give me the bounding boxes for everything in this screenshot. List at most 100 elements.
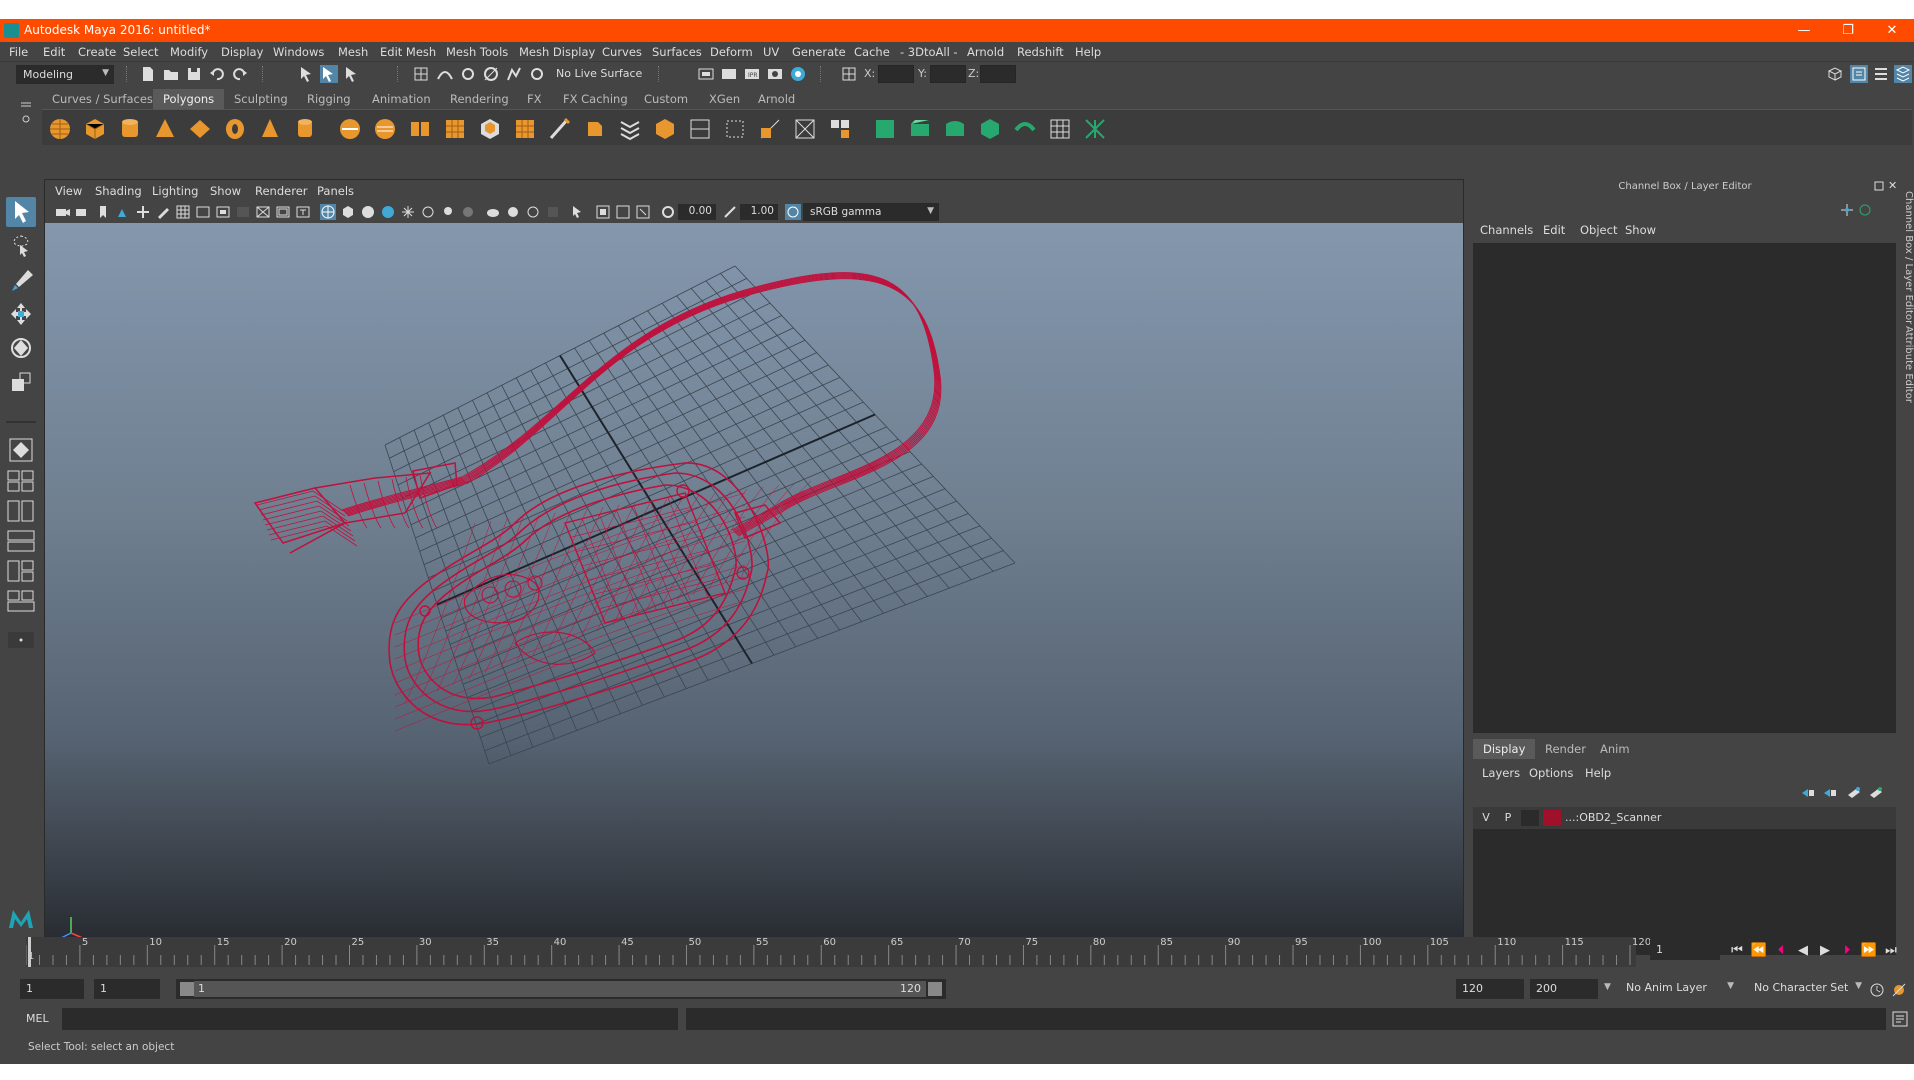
menu-3dtoall[interactable]: - 3DtoAll - <box>900 45 958 59</box>
shelf-tab-polygons[interactable]: Polygons <box>153 89 225 109</box>
xray-active-icon[interactable] <box>615 204 631 220</box>
automatic-map-icon[interactable] <box>757 116 783 142</box>
end-time-field[interactable]: 200 <box>1530 979 1598 999</box>
menu-edit[interactable]: Edit <box>43 45 65 59</box>
menu-generate[interactable]: Generate <box>792 45 846 59</box>
layer-tab-render[interactable]: Render <box>1535 739 1596 759</box>
live-surface-label[interactable]: No Live Surface <box>556 67 642 80</box>
safe-title-icon[interactable] <box>295 204 311 220</box>
exposure-field[interactable]: 0.00 <box>678 204 716 220</box>
anim-layer-dropdown[interactable]: No Anim Layer ▼ <box>1620 979 1738 999</box>
render-view-icon[interactable] <box>697 65 715 83</box>
field-chart-icon[interactable] <box>255 204 271 220</box>
vp-menu-lighting[interactable]: Lighting <box>152 184 198 198</box>
step-forward-frame-icon[interactable]: ⏵ <box>1838 942 1856 960</box>
layer-playback-toggle[interactable]: P <box>1499 810 1517 826</box>
wireframe-on-shaded-icon[interactable] <box>360 204 376 220</box>
channels-object-menu[interactable]: Object <box>1580 223 1617 237</box>
screen-space-ao-icon[interactable] <box>485 204 501 220</box>
script-editor-icon[interactable] <box>1892 1011 1908 1027</box>
safe-action-icon[interactable] <box>275 204 291 220</box>
lasso-tool-icon[interactable] <box>6 231 36 261</box>
bridge-icon[interactable] <box>512 116 538 142</box>
open-scene-icon[interactable] <box>162 65 180 83</box>
toolbox-more-icon[interactable] <box>6 625 36 648</box>
mode-dropdown[interactable]: Modeling ▼ <box>16 65 114 84</box>
planar-map-icon[interactable] <box>722 116 748 142</box>
hypershade-icon[interactable] <box>789 65 807 83</box>
lights-icon[interactable] <box>440 204 456 220</box>
single-perspective-layout-icon[interactable] <box>7 469 35 493</box>
side-tab-attribute-editor[interactable]: Attribute Editor <box>1900 326 1914 416</box>
tool-settings-icon[interactable] <box>1872 65 1890 83</box>
menu-help[interactable]: Help <box>1075 45 1101 59</box>
auto-key-icon[interactable] <box>1868 981 1886 999</box>
step-back-frame-icon[interactable]: ⏴ <box>1772 942 1790 960</box>
depth-of-field-icon[interactable] <box>545 204 561 220</box>
channel-box-settings-icon[interactable] <box>1858 203 1872 217</box>
go-to-start-icon[interactable]: ⏮ <box>1728 942 1746 960</box>
film-gate-icon[interactable] <box>195 204 211 220</box>
channels-menu[interactable]: Channels <box>1480 223 1533 237</box>
gamma-field[interactable]: 1.00 <box>740 204 778 220</box>
snap-to-grid-icon[interactable] <box>412 65 430 83</box>
shelf-tab-rigging[interactable]: Rigging <box>297 89 361 109</box>
go-to-end-icon[interactable]: ⏭ <box>1882 942 1900 960</box>
close-panel-icon[interactable]: ✕ <box>1888 179 1900 192</box>
quad-draw-icon[interactable] <box>872 116 898 142</box>
gate-mask-icon[interactable] <box>235 204 251 220</box>
vp-menu-panels[interactable]: Panels <box>317 184 354 198</box>
render-settings-icon[interactable] <box>766 65 784 83</box>
move-layer-down-icon[interactable] <box>1822 786 1838 800</box>
xray-icon[interactable] <box>460 204 476 220</box>
vp-menu-renderer[interactable]: Renderer <box>255 184 308 198</box>
fill-hole-icon[interactable] <box>652 116 678 142</box>
image-plane-icon[interactable] <box>115 204 131 220</box>
shelf-tab-rendering[interactable]: Rendering <box>440 89 519 109</box>
channels-show-menu[interactable]: Show <box>1625 223 1656 237</box>
bookmark-icon[interactable] <box>95 204 111 220</box>
select-by-hierarchy-icon[interactable] <box>298 65 316 83</box>
render-current-frame-icon[interactable] <box>720 65 738 83</box>
snap-to-point-icon[interactable] <box>459 65 477 83</box>
shadows-icon[interactable] <box>420 204 436 220</box>
menu-deform[interactable]: Deform <box>710 45 753 59</box>
gamma-icon[interactable] <box>722 204 738 220</box>
menu-mesh[interactable]: Mesh <box>338 45 368 59</box>
move-tool-icon[interactable] <box>6 299 36 329</box>
layer-tab-display[interactable]: Display <box>1473 739 1536 759</box>
play-forward-icon[interactable]: ▶ <box>1816 942 1834 960</box>
select-by-object-icon[interactable] <box>320 65 338 83</box>
four-view-layout-icon[interactable] <box>7 499 35 523</box>
poly-pipe-icon[interactable] <box>292 116 318 142</box>
smooth-shade-icon[interactable] <box>340 204 356 220</box>
range-start-handle[interactable] <box>180 982 194 996</box>
shelf-tab-sculpting[interactable]: Sculpting <box>224 89 298 109</box>
grease-pencil-icon[interactable] <box>155 204 171 220</box>
menu-surfaces[interactable]: Surfaces <box>652 45 702 59</box>
relax-tool-icon[interactable] <box>977 116 1003 142</box>
bevel-icon[interactable] <box>582 116 608 142</box>
input-line-mode-icon[interactable] <box>840 65 858 83</box>
menu-file[interactable]: File <box>9 45 28 59</box>
new-scene-icon[interactable] <box>139 65 157 83</box>
color-management-icon[interactable] <box>785 204 801 220</box>
layer-display-type[interactable] <box>1521 810 1539 826</box>
x-field[interactable] <box>878 65 914 83</box>
menu-edit-mesh[interactable]: Edit Mesh <box>380 45 436 59</box>
use-all-lights-icon[interactable] <box>400 204 416 220</box>
character-set-dropdown[interactable]: No Character Set ▼ <box>1748 979 1866 999</box>
poly-plane-icon[interactable] <box>187 116 213 142</box>
layer-row[interactable]: V P ...:OBD2_Scanner <box>1473 807 1896 829</box>
mirror-icon[interactable] <box>407 116 433 142</box>
menu-display[interactable]: Display <box>221 45 263 59</box>
channel-box-toggle-icon[interactable] <box>1894 65 1912 83</box>
shelf-tab-arnold[interactable]: Arnold <box>748 89 806 109</box>
menu-select[interactable]: Select <box>123 45 158 59</box>
side-tab-channel-box[interactable]: Channel Box / Layer Editor <box>1900 191 1914 324</box>
hypershade-layout-icon[interactable] <box>7 589 35 613</box>
grid-toggle-icon[interactable] <box>175 204 191 220</box>
shelf-tab-custom[interactable]: Custom <box>634 89 699 109</box>
close-button[interactable]: ✕ <box>1870 19 1914 42</box>
z-field[interactable] <box>980 65 1016 83</box>
